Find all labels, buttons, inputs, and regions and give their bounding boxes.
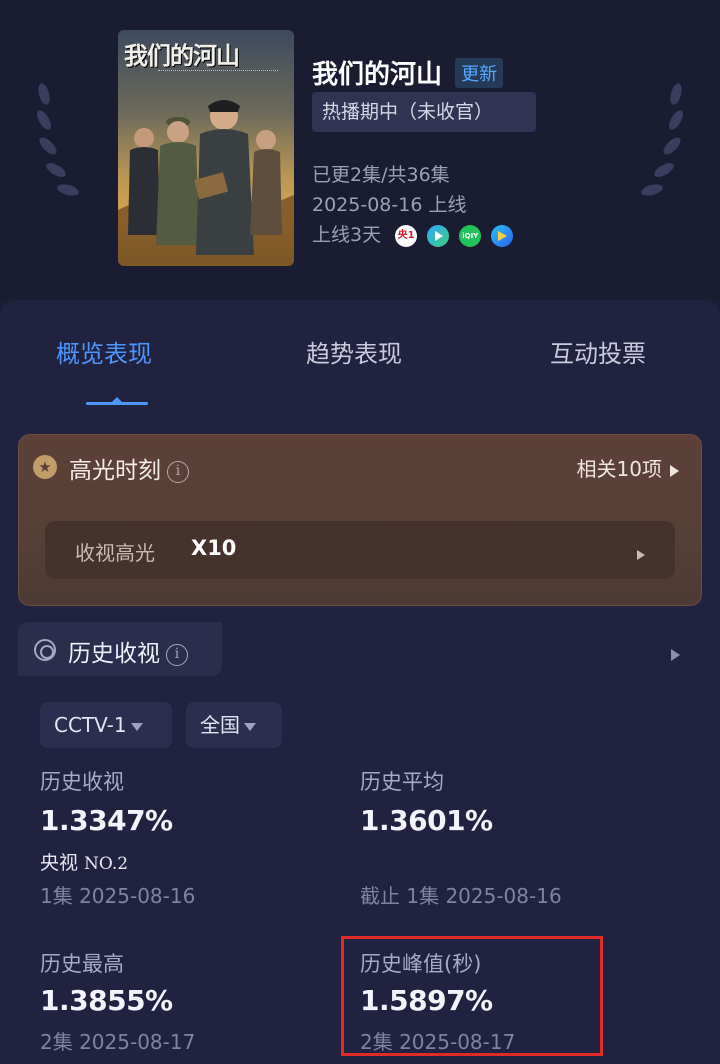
rating-highlight-label: 收视高光: [75, 541, 155, 565]
title-row: 我们的河山 更新: [312, 54, 504, 90]
highlight-related-link[interactable]: 相关10项: [577, 453, 679, 482]
history-rating-label: 历史收视: [40, 770, 124, 794]
history-title-text: 历史收视: [68, 641, 160, 667]
main-panel: 概览表现 趋势表现 互动投票 ★ 高光时刻 i 相关10项 收视高光 X10 历史…: [0, 300, 720, 1064]
rank-number: NO.2: [84, 854, 129, 874]
channel-value: CCTV-1: [54, 713, 127, 737]
cctv-icon[interactable]: 央1: [395, 224, 418, 247]
history-max-sub: 2集 2025-08-17: [40, 1030, 196, 1054]
rating-highlight-value: X10: [191, 536, 237, 560]
laurel-right-icon: [641, 83, 683, 196]
poster-figures: [118, 100, 294, 266]
caret-down-icon: [130, 722, 143, 731]
info-icon[interactable]: i: [166, 643, 188, 666]
channel-dropdown[interactable]: CCTV-1: [40, 702, 172, 748]
history-average-sub: 截止 1集 2025-08-16: [360, 884, 562, 908]
history-rating-rank: 央视 NO.2: [40, 848, 128, 875]
update-badge: 更新: [455, 57, 504, 88]
rating-highlight-item[interactable]: 收视高光 X10: [45, 521, 675, 579]
star-badge-icon: ★: [33, 455, 57, 479]
history-average-label: 历史平均: [360, 770, 444, 794]
history-average-value: 1.3601%: [360, 804, 493, 837]
history-rating-header: 历史收视 i: [18, 622, 222, 676]
release-date: 2025-08-16 上线: [312, 194, 467, 216]
caret-down-icon: [244, 722, 256, 731]
tab-vote[interactable]: 互动投票: [550, 334, 646, 369]
highlight-related-text: 相关10项: [576, 457, 662, 481]
drama-title[interactable]: 我们的河山: [312, 54, 442, 91]
tab-overview[interactable]: 概览表现: [56, 334, 152, 369]
history-rating-value: 1.3347%: [40, 804, 173, 837]
arrow-right-icon: [637, 544, 645, 563]
rank-prefix: 央视: [40, 852, 85, 874]
film-reel-icon: [34, 639, 56, 661]
annotation-highlight-box: [341, 936, 603, 1056]
highlight-title: 高光时刻 i: [69, 451, 189, 485]
status-pill: 热播期中（未收官）: [312, 92, 536, 132]
drama-poster[interactable]: 我们的河山: [118, 30, 294, 266]
history-max-label: 历史最高: [40, 952, 124, 976]
region-value: 全国: [200, 713, 240, 737]
days-online: 上线3天: [312, 224, 382, 246]
iqiyi-icon[interactable]: iQIY: [459, 224, 482, 247]
youku-icon[interactable]: [491, 224, 514, 247]
history-rating-sub: 1集 2025-08-16: [40, 884, 196, 908]
tab-trend[interactable]: 趋势表现: [306, 334, 402, 369]
days-online-row: 上线3天 央1 iQIY: [312, 220, 517, 247]
history-expand-arrow-icon[interactable]: [671, 644, 680, 663]
history-title: 历史收视 i: [68, 634, 188, 668]
platform-icons: 央1 iQIY: [395, 224, 517, 247]
history-max-value: 1.3855%: [40, 984, 173, 1017]
drama-header: 我们的河山 我们的河山 更新 热播期中（未收官） 已更2集/共36集 2025-…: [0, 0, 720, 300]
tab-bar: 概览表现 趋势表现 互动投票: [0, 334, 720, 374]
laurel-left-icon: [37, 83, 79, 196]
play-arrow-icon: [670, 464, 679, 477]
highlight-card[interactable]: ★ 高光时刻 i 相关10项 收视高光 X10: [18, 434, 702, 606]
info-icon[interactable]: i: [167, 460, 189, 483]
tencent-video-icon[interactable]: [427, 224, 450, 247]
episode-count: 已更2集/共36集: [312, 164, 450, 186]
tab-indicator: [86, 397, 148, 405]
highlight-title-text: 高光时刻: [69, 458, 161, 484]
region-dropdown[interactable]: 全国: [186, 702, 282, 748]
